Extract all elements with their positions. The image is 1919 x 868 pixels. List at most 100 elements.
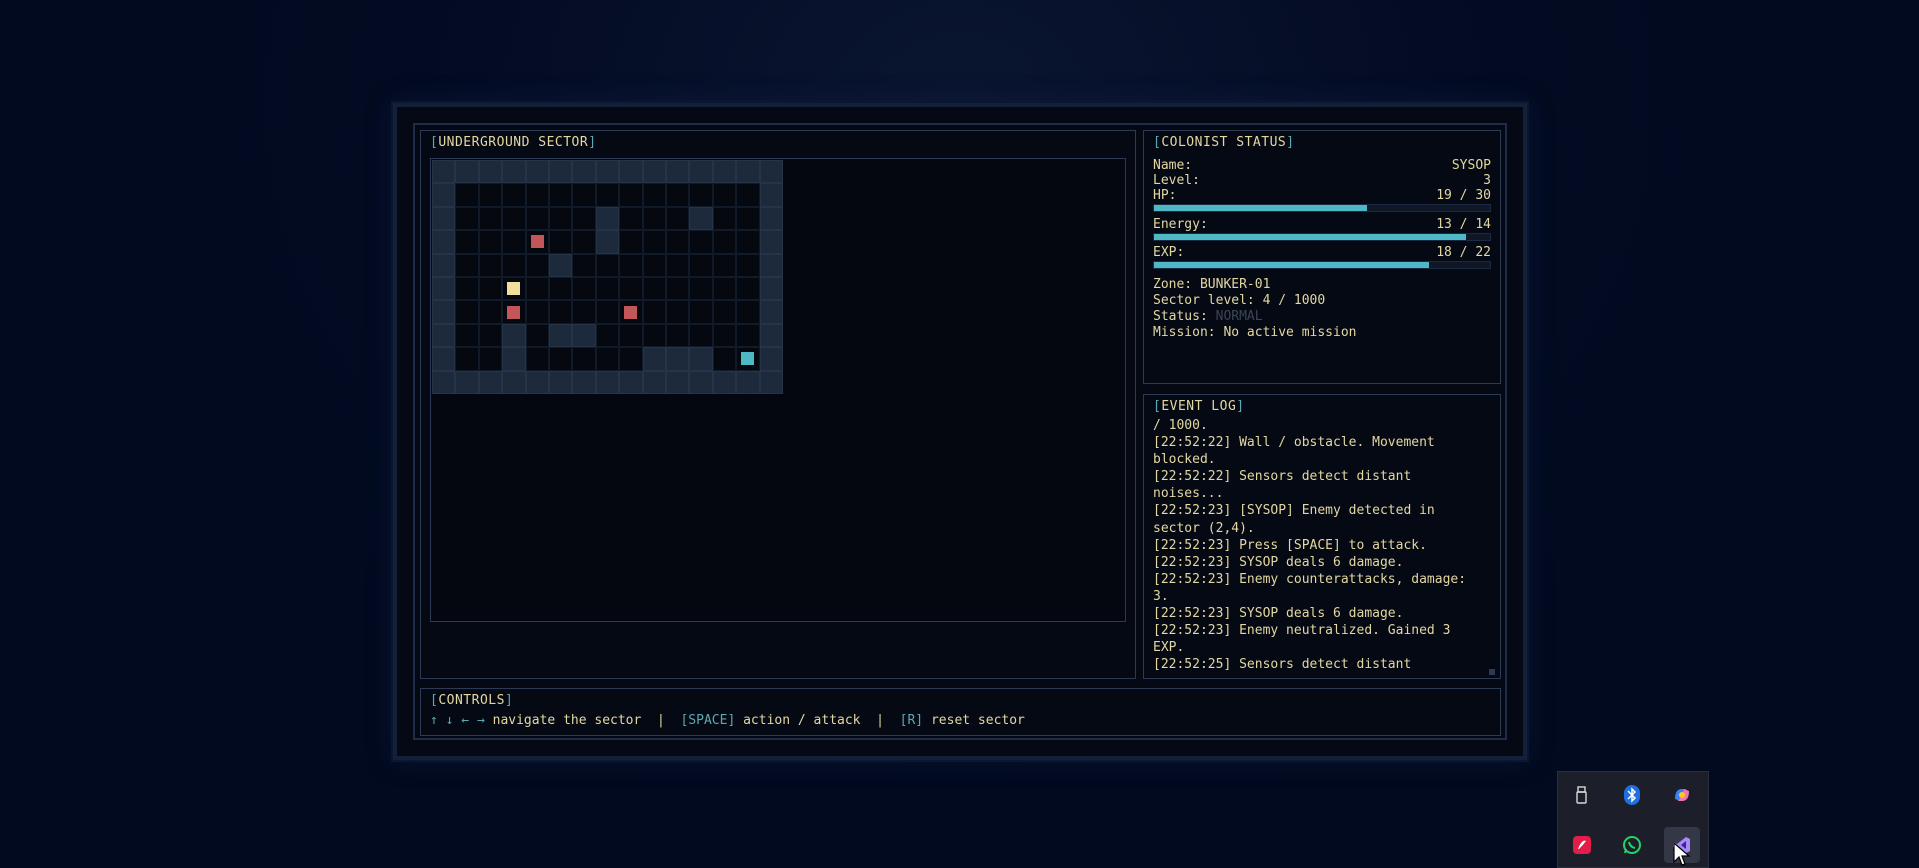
wall-tile [502, 323, 526, 348]
floor-tile [502, 206, 526, 231]
floor-tile [619, 206, 643, 231]
wall-tile [478, 160, 503, 184]
floor-tile [619, 230, 643, 254]
event-log-panel[interactable]: [EVENT LOG] / 1000. [22:52:22] Wall / ob… [1143, 394, 1501, 679]
usb-drive-icon[interactable] [1564, 777, 1600, 813]
wall-tile [502, 160, 526, 184]
floor-tile [666, 253, 690, 277]
floor-tile [455, 206, 479, 231]
floor-tile [595, 300, 620, 324]
floor-tile [455, 323, 479, 348]
energy-bar-fill [1154, 234, 1467, 240]
wall-tile [759, 323, 783, 348]
wall-tile [759, 347, 783, 371]
floor-tile [712, 277, 737, 301]
wall-tile [642, 347, 666, 371]
space-action-text: action / attack [743, 713, 861, 728]
floor-tile [642, 323, 666, 348]
floor-tile [478, 300, 503, 324]
wall-tile [572, 323, 596, 348]
wall-tile [736, 370, 760, 394]
wall-tile [432, 277, 456, 301]
floor-tile [549, 230, 573, 254]
wall-tile [666, 160, 690, 184]
enemy-marker [624, 305, 638, 319]
bluetooth-icon[interactable] [1614, 777, 1650, 813]
wall-tile [619, 160, 643, 184]
floor-tile [502, 253, 526, 277]
wall-tile [432, 206, 456, 231]
controls-panel: [CONTROLS] ↑ ↓ ← → navigate the sector |… [420, 688, 1501, 736]
floor-tile [619, 277, 643, 301]
player-marker [741, 352, 755, 366]
mouse-cursor-icon [1673, 842, 1691, 866]
panel-title: [UNDERGROUND SECTOR] [430, 135, 597, 150]
wall-tile [478, 370, 503, 394]
floor-tile [525, 300, 549, 324]
floor-tile [736, 230, 760, 254]
wall-tile [455, 370, 479, 394]
red-app-icon[interactable] [1564, 827, 1600, 863]
floor-tile [525, 277, 549, 301]
floor-tile [712, 347, 737, 371]
floor-tile [712, 253, 737, 277]
floor-tile [455, 183, 479, 207]
log-scrollbar[interactable] [1489, 669, 1495, 675]
floor-tile [642, 183, 666, 207]
name-value: SYSOP [1451, 158, 1491, 173]
controls-title-text: CONTROLS [438, 693, 505, 708]
wall-tile [759, 206, 783, 231]
whatsapp-icon[interactable] [1614, 827, 1650, 863]
wall-tile [595, 206, 620, 231]
hp-bar [1153, 204, 1491, 212]
wall-tile [759, 253, 783, 277]
floor-tile [478, 183, 503, 207]
sector-level-line: Sector level: 4 / 1000 [1153, 293, 1326, 308]
wall-tile [432, 370, 456, 394]
floor-tile [595, 253, 620, 277]
wall-tile [595, 370, 620, 394]
floor-tile [478, 277, 503, 301]
floor-tile [572, 183, 596, 207]
sector-map[interactable] [430, 158, 1126, 622]
status-title-text: COLONIST STATUS [1161, 135, 1287, 150]
floor-tile [572, 347, 596, 371]
floor-tile [595, 277, 620, 301]
status-line: Status: NORMAL [1153, 309, 1263, 324]
floor-tile [619, 323, 643, 348]
floor-tile [736, 206, 760, 231]
reset-action-text: reset sector [930, 713, 1025, 728]
floor-tile [689, 323, 713, 348]
name-label: Name: [1153, 158, 1193, 173]
log-line: / 1000. [1153, 418, 1208, 433]
floor-tile [595, 323, 620, 348]
floor-tile [525, 206, 549, 231]
log-line: [22:52:22] Sensors detect distant noises… [1153, 469, 1420, 502]
floor-tile [549, 183, 573, 207]
hp-row: HP: 19 / 30 [1153, 188, 1491, 203]
copilot-icon[interactable] [1664, 777, 1700, 813]
floor-tile [549, 277, 573, 301]
underground-sector-panel: [UNDERGROUND SECTOR] [420, 130, 1136, 679]
hp-value: 19 / 30 [1436, 188, 1491, 203]
floor-tile [619, 183, 643, 207]
wall-tile [549, 160, 573, 184]
floor-tile [666, 277, 690, 301]
floor-tile [572, 253, 596, 277]
floor-tile [478, 206, 503, 231]
zone-line: Zone: BUNKER-01 [1153, 277, 1271, 292]
panel-title: [CONTROLS] [430, 693, 514, 708]
floor-tile [455, 347, 479, 371]
floor-tile [572, 300, 596, 324]
wall-tile [689, 160, 713, 184]
hp-bar-fill [1154, 205, 1367, 211]
wall-tile [432, 230, 456, 254]
controls-help: ↑ ↓ ← → navigate the sector | [SPACE] ac… [430, 713, 1025, 728]
floor-tile [549, 300, 573, 324]
floor-tile [666, 183, 690, 207]
floor-tile [455, 300, 479, 324]
wall-tile [502, 347, 526, 371]
floor-tile [689, 300, 713, 324]
wall-tile [455, 160, 479, 184]
wall-tile [549, 253, 573, 277]
